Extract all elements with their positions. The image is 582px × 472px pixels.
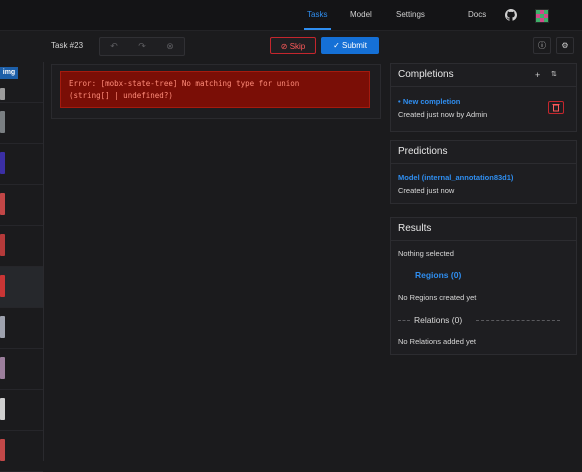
prediction-model-name[interactable]: Model (internal_annotation83d1)	[398, 173, 513, 182]
info-icon[interactable]: ⓘ	[533, 37, 551, 54]
nav-active-indicator	[304, 28, 331, 30]
thumbnail	[0, 316, 5, 338]
list-item[interactable]	[0, 185, 43, 226]
error-line-1: Error: [mobx-state-tree] No matching typ…	[69, 79, 300, 88]
delete-completion-button[interactable]	[548, 101, 564, 114]
prediction-meta: Created just now	[398, 186, 455, 195]
reset-icon[interactable]: ⊗	[156, 38, 184, 55]
skip-button[interactable]: ⊘ Skip	[270, 37, 316, 54]
submit-label: Submit	[342, 41, 367, 50]
no-regions-text: No Regions created yet	[398, 293, 477, 302]
error-message: Error: [mobx-state-tree] No matching typ…	[60, 71, 370, 108]
sort-icon[interactable]: ⇅	[551, 64, 557, 86]
history-controls: ↶ ↷ ⊗	[99, 37, 185, 56]
completions-title: Completions	[398, 69, 454, 80]
thumbnail	[0, 193, 5, 215]
gear-icon[interactable]: ⚙	[556, 37, 574, 54]
nothing-selected-text: Nothing selected	[398, 249, 454, 258]
relations-divider-right	[476, 320, 560, 321]
relations-header[interactable]: Relations (0)	[414, 315, 462, 325]
undo-icon[interactable]: ↶	[100, 38, 128, 55]
skip-icon: ⊘	[280, 42, 288, 51]
no-relations-text: No Relations added yet	[398, 337, 476, 346]
list-item[interactable]	[0, 349, 43, 390]
relations-divider-left	[398, 320, 410, 321]
image-strip: img	[0, 62, 44, 472]
list-item[interactable]	[0, 80, 43, 103]
list-item[interactable]	[0, 308, 43, 349]
thumbnail	[0, 357, 5, 379]
thumbnail	[0, 88, 5, 100]
completion-dot-icon: •	[398, 97, 401, 106]
submit-button[interactable]: ✓ Submit	[321, 37, 379, 54]
completions-header: Completions + ⇅	[391, 64, 576, 87]
thumbnail	[0, 439, 5, 461]
list-item[interactable]	[0, 103, 43, 144]
list-item[interactable]	[0, 390, 43, 431]
completions-panel: Completions + ⇅ • New completion Created…	[390, 63, 577, 132]
thumbnail	[0, 111, 5, 133]
predictions-panel: Predictions Model (internal_annotation83…	[390, 140, 577, 204]
nav-model[interactable]: Model	[350, 10, 372, 19]
list-item-selected[interactable]	[0, 267, 43, 308]
list-item[interactable]	[0, 226, 43, 267]
predictions-header: Predictions	[391, 141, 576, 164]
results-panel: Results Nothing selected Regions (0) No …	[390, 217, 577, 355]
github-icon[interactable]	[505, 9, 517, 21]
error-line-2: (string[] | undefined?)	[69, 91, 173, 100]
thumbnail	[0, 234, 5, 256]
user-avatar[interactable]	[535, 9, 549, 23]
check-icon: ✓	[333, 41, 340, 50]
nav-tasks[interactable]: Tasks	[307, 10, 327, 19]
add-completion-icon[interactable]: +	[535, 64, 540, 86]
img-button[interactable]: img	[0, 67, 18, 79]
regions-header[interactable]: Regions (0)	[415, 270, 461, 280]
trash-icon	[552, 104, 560, 112]
nav-settings[interactable]: Settings	[396, 10, 425, 19]
list-item[interactable]	[0, 431, 43, 472]
list-item[interactable]	[0, 144, 43, 185]
completion-item[interactable]: • New completion	[398, 97, 460, 106]
task-label: Task #23	[51, 41, 84, 50]
main-panel: Error: [mobx-state-tree] No matching typ…	[51, 64, 381, 119]
thumbnail	[0, 275, 5, 297]
thumbnail	[0, 398, 5, 420]
top-navbar: Tasks Model Settings Docs	[0, 0, 582, 31]
thumbnail	[0, 152, 5, 174]
skip-label: Skip	[289, 42, 306, 51]
completion-meta: Created just now by Admin	[398, 110, 488, 119]
redo-icon[interactable]: ↷	[128, 38, 156, 55]
completion-title: New completion	[402, 97, 461, 106]
nav-docs[interactable]: Docs	[468, 10, 486, 19]
results-header: Results	[391, 218, 576, 241]
